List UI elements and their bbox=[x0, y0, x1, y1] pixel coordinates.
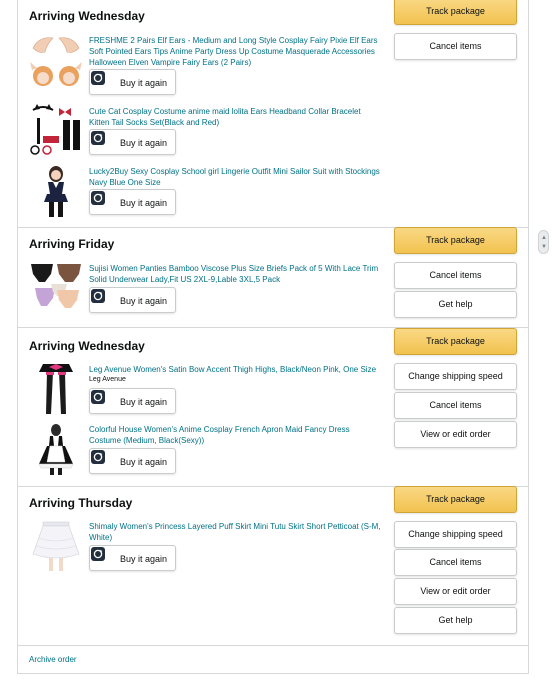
seller-name: Leg Avenue bbox=[89, 376, 126, 383]
cancel-items-button[interactable]: Cancel items bbox=[394, 392, 517, 419]
view-or-edit-order-button[interactable]: View or edit order bbox=[394, 578, 517, 605]
buy-it-again-button[interactable]: Buy it again bbox=[89, 129, 176, 155]
buy-it-again-label: Buy it again bbox=[120, 78, 168, 88]
chevron-down-icon: ▼ bbox=[541, 244, 547, 250]
buy-it-again-label: Buy it again bbox=[120, 296, 168, 306]
buy-it-again-label: Buy it again bbox=[120, 457, 168, 467]
buy-it-again-button[interactable]: Buy it again bbox=[89, 448, 176, 474]
product-title[interactable]: Leg Avenue Women's Satin Bow Accent Thig… bbox=[89, 364, 381, 375]
cancel-items-button[interactable]: Cancel items bbox=[394, 549, 517, 576]
view-or-edit-order-button[interactable]: View or edit order bbox=[394, 421, 517, 448]
product-image-tutu-skirt[interactable] bbox=[29, 518, 83, 572]
section-heading: Arriving Wednesday bbox=[29, 339, 145, 353]
product-image-panties-pack[interactable] bbox=[29, 260, 83, 314]
buy-it-again-label: Buy it again bbox=[120, 198, 168, 208]
change-shipping-speed-button[interactable]: Change shipping speed bbox=[394, 521, 517, 548]
buy-it-again-button[interactable]: Buy it again bbox=[89, 545, 176, 571]
buy-it-again-button[interactable]: Buy it again bbox=[89, 69, 176, 95]
section-divider bbox=[17, 645, 529, 646]
product-image-elf-ears[interactable] bbox=[29, 34, 83, 88]
product-image-cat-cosplay-set[interactable] bbox=[29, 104, 83, 158]
track-package-button[interactable]: Track package bbox=[394, 0, 517, 25]
change-shipping-speed-button[interactable]: Change shipping speed bbox=[394, 363, 517, 390]
scroll-handle[interactable]: ▲ ▼ bbox=[538, 230, 549, 254]
product-image-sailor-outfit[interactable] bbox=[29, 164, 83, 218]
track-package-button[interactable]: Track package bbox=[394, 486, 517, 513]
product-title[interactable]: Lucky2Buy Sexy Cosplay School girl Linge… bbox=[89, 166, 381, 188]
buy-it-again-button[interactable]: Buy it again bbox=[89, 287, 176, 313]
buy-it-again-label: Buy it again bbox=[120, 554, 168, 564]
panel-bottom-border bbox=[17, 673, 529, 674]
buy-it-again-button[interactable]: Buy it again bbox=[89, 388, 176, 414]
product-title[interactable]: Sujisi Women Panties Bamboo Viscose Plus… bbox=[89, 263, 381, 285]
reorder-icon bbox=[91, 390, 105, 404]
cancel-items-button[interactable]: Cancel items bbox=[394, 262, 517, 289]
reorder-icon bbox=[91, 289, 105, 303]
get-help-button[interactable]: Get help bbox=[394, 607, 517, 634]
get-help-button[interactable]: Get help bbox=[394, 291, 517, 318]
product-image-maid-costume[interactable] bbox=[29, 422, 83, 476]
buy-it-again-label: Buy it again bbox=[120, 397, 168, 407]
reorder-icon bbox=[91, 547, 105, 561]
archive-order-link[interactable]: Archive order bbox=[29, 655, 77, 664]
buy-it-again-label: Buy it again bbox=[120, 138, 168, 148]
section-heading: Arriving Thursday bbox=[29, 496, 133, 510]
section-heading: Arriving Friday bbox=[29, 237, 115, 251]
reorder-icon bbox=[91, 71, 105, 85]
product-title[interactable]: FRESHME 2 Pairs Elf Ears - Medium and Lo… bbox=[89, 35, 381, 68]
track-package-button[interactable]: Track package bbox=[394, 227, 517, 254]
product-title[interactable]: Colorful House Women's Anime Cosplay Fre… bbox=[89, 424, 381, 446]
product-title[interactable]: Shimaly Women's Princess Layered Puff Sk… bbox=[89, 521, 381, 543]
track-package-button[interactable]: Track package bbox=[394, 328, 517, 355]
reorder-icon bbox=[91, 131, 105, 145]
cancel-items-button[interactable]: Cancel items bbox=[394, 33, 517, 60]
buy-it-again-button[interactable]: Buy it again bbox=[89, 189, 176, 215]
reorder-icon bbox=[91, 450, 105, 464]
section-heading: Arriving Wednesday bbox=[29, 9, 145, 23]
chevron-up-icon: ▲ bbox=[541, 235, 547, 241]
reorder-icon bbox=[91, 191, 105, 205]
product-image-thigh-highs[interactable] bbox=[29, 362, 83, 416]
product-title[interactable]: Cute Cat Cosplay Costume anime maid loli… bbox=[89, 106, 381, 128]
